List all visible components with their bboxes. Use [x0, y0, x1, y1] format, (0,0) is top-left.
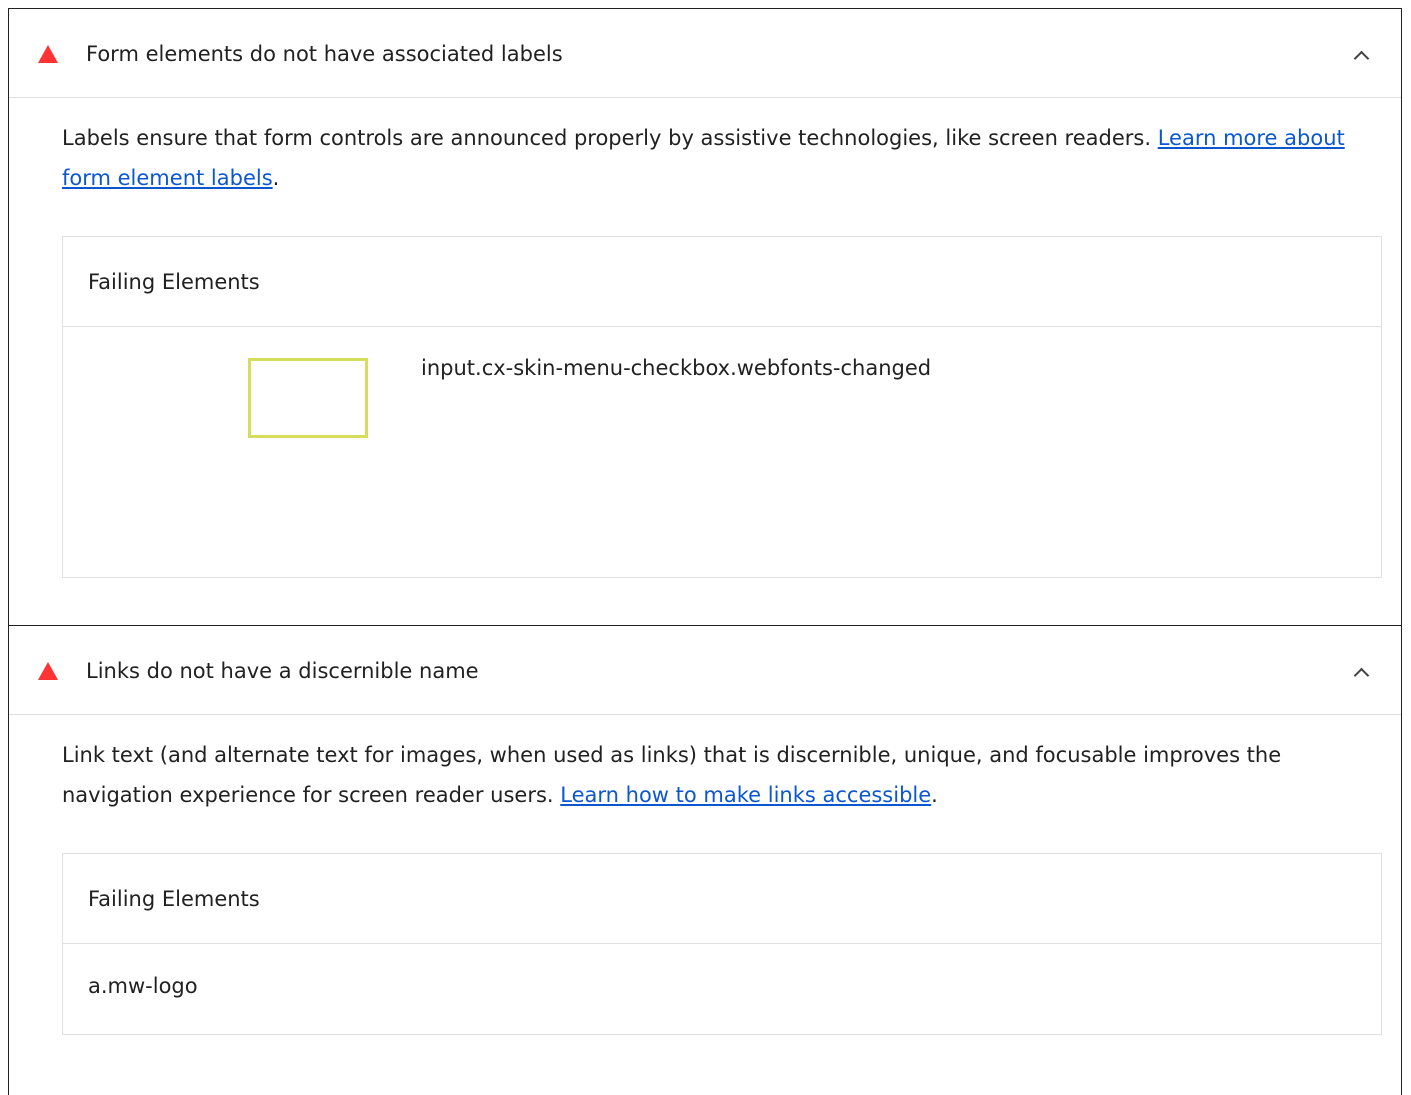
failing-elements-heading: Failing Elements	[63, 237, 1381, 327]
node-selector[interactable]: input.cx-skin-menu-checkbox.webfonts-cha…	[421, 354, 931, 382]
warning-triangle-icon	[38, 662, 58, 680]
description-text: Labels ensure that form controls are ann…	[62, 126, 1158, 150]
failing-elements-table: Failing Elements input.cx-skin-menu-chec…	[62, 236, 1382, 578]
audit-header[interactable]: Links do not have a discernible name	[9, 626, 1401, 715]
audit-link-name: Links do not have a discernible name Lin…	[8, 625, 1402, 1095]
failing-elements-table: Failing Elements a.mw-logo	[62, 853, 1382, 1035]
audit-form-labels: Form elements do not have associated lab…	[8, 8, 1402, 626]
node-screenshot-thumbnail[interactable]	[248, 358, 368, 438]
failing-elements-heading: Failing Elements	[63, 854, 1381, 944]
description-suffix: .	[272, 166, 280, 190]
chevron-up-icon[interactable]	[1353, 667, 1370, 684]
audit-title: Links do not have a discernible name	[86, 659, 479, 683]
chevron-up-icon[interactable]	[1353, 50, 1370, 67]
audit-header[interactable]: Form elements do not have associated lab…	[9, 9, 1401, 98]
learn-more-link[interactable]: Learn how to make links accessible	[560, 783, 931, 807]
node-selector[interactable]: a.mw-logo	[88, 972, 198, 1000]
audit-description: Link text (and alternate text for images…	[62, 735, 1362, 815]
warning-triangle-icon	[38, 45, 58, 63]
audit-title: Form elements do not have associated lab…	[86, 42, 563, 66]
description-suffix: .	[931, 783, 938, 807]
audit-description: Labels ensure that form controls are ann…	[62, 118, 1362, 198]
